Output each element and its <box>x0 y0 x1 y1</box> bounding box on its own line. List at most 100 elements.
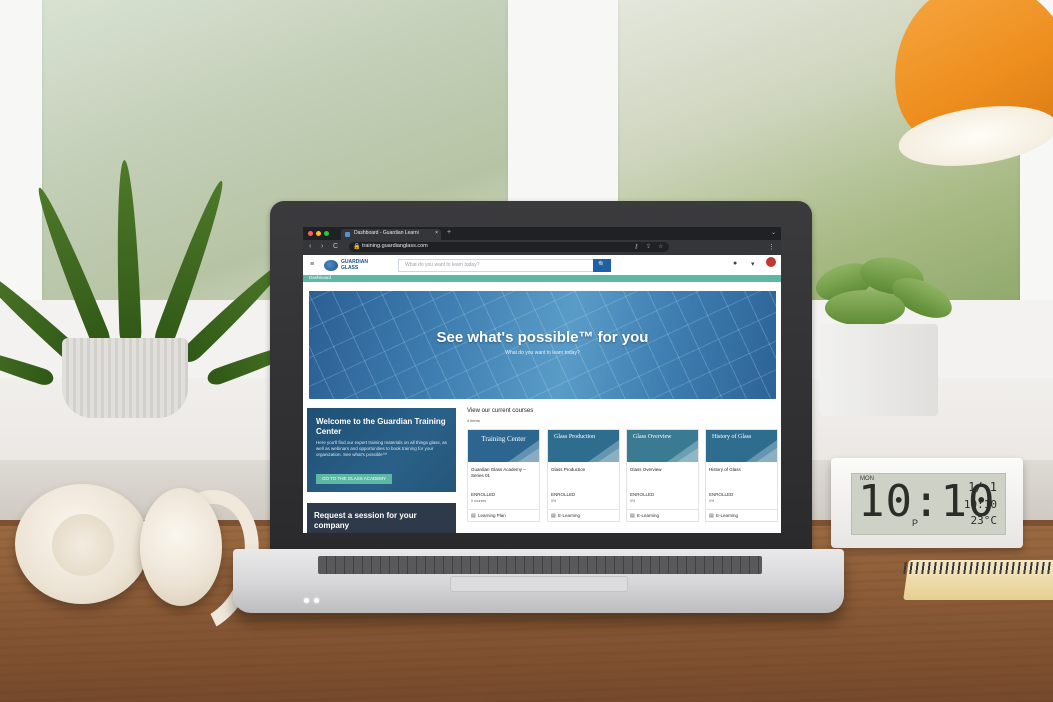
address-bar[interactable]: 🔒 training.guardianglass.com ⚷ ⇪ ☆ <box>349 242 669 252</box>
laptop-keyboard <box>318 556 762 574</box>
course-card[interactable]: Glass Production Glass Production ENROLLED… <box>547 429 620 522</box>
plant-pot <box>62 338 188 418</box>
digital-clock: MON 10:10 P 1/ 1 10:10 23°C <box>831 458 1023 548</box>
succulent-leaf <box>825 290 905 326</box>
clock-temperature: 23°C <box>970 514 998 527</box>
laptop-trackpad <box>450 576 628 592</box>
more-menu-icon[interactable]: ⋮ <box>768 243 775 251</box>
favicon-icon <box>345 232 350 237</box>
welcome-body: Here you'll find our expert training mat… <box>316 440 447 457</box>
course-type-row: ▤ Learning Plan <box>468 509 539 522</box>
lock-icon: 🔒 <box>353 244 361 250</box>
search-placeholder: What do you want to learn today? <box>405 262 480 268</box>
course-name: Guardian Glass Academy – Series 01 <box>471 467 526 478</box>
tab-search-icon[interactable]: ⌄ <box>771 229 776 236</box>
course-type-row: ▤ E-Learning <box>627 509 698 522</box>
course-progress: 0 courses <box>471 499 487 503</box>
course-type-row: ▤ E-Learning <box>548 509 619 522</box>
browser-tab-bar: Dashboard - Guardian Learni × + ⌄ <box>303 227 781 240</box>
course-type-icon: ▤ <box>471 513 476 519</box>
course-image-title: Training Center <box>481 435 526 443</box>
share-icon[interactable]: ⇪ <box>646 243 651 250</box>
clock-date: 1/ 1 <box>968 480 997 494</box>
tab-close-icon[interactable]: × <box>435 230 438 236</box>
course-type: E-Learning <box>558 513 581 518</box>
window-frame <box>0 0 42 330</box>
course-status: ENROLLED <box>551 492 576 497</box>
reload-icon[interactable]: C <box>333 243 338 250</box>
course-type-icon: ▤ <box>709 513 714 519</box>
course-image: Glass Production <box>548 430 619 462</box>
course-name: Glass Production <box>551 467 586 472</box>
hero-title: See what's possible™ for you <box>436 329 649 346</box>
laptop-screen: Dashboard - Guardian Learni × + ⌄ ‹ › C … <box>303 227 781 533</box>
hamburger-menu-icon[interactable]: ≡ <box>310 261 314 268</box>
course-name: History of Glass <box>709 467 741 472</box>
hero-subtitle: What do you want to learn today? <box>505 350 580 356</box>
window-close-button[interactable] <box>308 231 313 236</box>
request-session-panel[interactable]: Request a session for your company <box>307 503 456 533</box>
course-image: Glass Overview <box>627 430 698 462</box>
notification-icon[interactable]: ▾ <box>751 260 755 268</box>
course-name: Glass Overview <box>630 467 662 472</box>
browser-tab[interactable]: Dashboard - Guardian Learni × <box>341 229 441 240</box>
browser-toolbar: ‹ › C 🔒 training.guardianglass.com ⚷ ⇪ ☆… <box>303 240 781 255</box>
headphones-cup-right <box>140 488 222 606</box>
welcome-panel: Welcome to the Guardian Training Center … <box>307 408 456 492</box>
notebook-spiral <box>903 562 1053 574</box>
hero-banner: See what's possible™ for you What do you… <box>309 291 776 399</box>
breadcrumb: Dashboard <box>303 275 781 282</box>
course-progress: 0% <box>709 499 715 503</box>
user-avatar[interactable] <box>766 257 776 267</box>
course-card[interactable]: History of Glass History of Glass ENROLLED… <box>705 429 778 522</box>
course-type-icon: ▤ <box>630 513 635 519</box>
welcome-title: Welcome to the Guardian Training Center <box>316 417 446 436</box>
url-text: training.guardianglass.com <box>362 243 428 249</box>
course-image: History of Glass <box>706 430 777 462</box>
course-type: E-Learning <box>637 513 660 518</box>
course-image-title: Glass Production <box>554 434 596 440</box>
search-button[interactable]: 🔍 <box>593 259 611 272</box>
course-type-icon: ▤ <box>551 513 556 519</box>
course-status: ENROLLED <box>709 492 734 497</box>
photo-scene: MON 10:10 P 1/ 1 10:10 23°C Dashboard - … <box>0 0 1053 702</box>
site-header: ≡ GUARDIAN GLASS What do you want to lea… <box>303 255 781 276</box>
window-zoom-button[interactable] <box>324 231 329 236</box>
glass-academy-button[interactable]: GO TO THE GLASS ACADEMY <box>316 474 392 484</box>
star-icon[interactable]: ☆ <box>658 243 663 250</box>
forward-icon[interactable]: › <box>321 243 323 250</box>
courses-title: View our current courses <box>467 408 534 414</box>
key-icon[interactable]: ⚷ <box>634 243 638 250</box>
clock-seconds: 10:10 <box>963 498 997 511</box>
laptop-led <box>304 598 309 603</box>
clock-display: MON 10:10 P 1/ 1 10:10 23°C <box>851 473 1006 535</box>
guardian-glass-logo[interactable]: GUARDIAN GLASS <box>324 259 384 271</box>
course-type: Learning Plan <box>478 513 506 518</box>
course-progress: 0% <box>630 499 636 503</box>
search-input[interactable]: What do you want to learn today? <box>398 259 594 272</box>
course-image-title: History of Glass <box>712 434 752 440</box>
logo-text: GUARDIAN GLASS <box>341 259 368 271</box>
back-icon[interactable]: ‹ <box>309 243 311 250</box>
window-minimize-button[interactable] <box>316 231 321 236</box>
course-type-row: ▤ E-Learning <box>706 509 777 522</box>
courses-count: 4 items <box>467 418 480 423</box>
tab-title: Dashboard - Guardian Learni <box>354 230 419 236</box>
course-image-title: Glass Overview <box>633 434 672 440</box>
course-progress: 0% <box>551 499 557 503</box>
help-icon[interactable]: ● <box>733 260 737 267</box>
headphones-cushion <box>52 514 114 576</box>
breadcrumb-item[interactable]: Dashboard <box>309 275 331 280</box>
logo-mark-icon <box>324 260 338 271</box>
new-tab-icon[interactable]: + <box>447 229 451 236</box>
course-card[interactable]: Training Center Guardian Glass Academy – … <box>467 429 540 522</box>
course-status: ENROLLED <box>630 492 655 497</box>
course-status: ENROLLED <box>471 492 496 497</box>
succulent-pot <box>820 324 938 416</box>
course-card[interactable]: Glass Overview Glass Overview ENROLLED 0% ▤ E… <box>626 429 699 522</box>
clock-period: P <box>912 518 919 528</box>
request-session-title: Request a session for your company <box>314 511 417 530</box>
course-type: E-Learning <box>716 513 739 518</box>
course-image: Training Center <box>468 430 539 462</box>
laptop-led <box>314 598 319 603</box>
